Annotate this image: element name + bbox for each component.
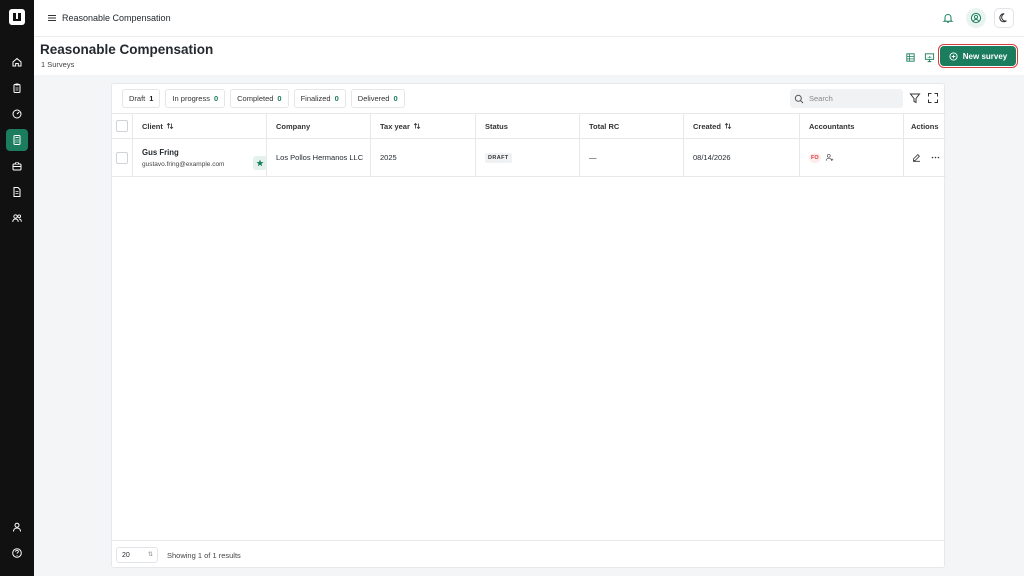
column-accountants: Accountants [800, 114, 904, 138]
table-footer: 20 ⇅ Showing 1 of 1 results [112, 540, 944, 568]
briefcase-icon [12, 162, 22, 171]
calculator-icon [13, 135, 21, 145]
sidebar-item-help[interactable] [6, 542, 28, 564]
sidebar-item-clipboard[interactable] [6, 77, 28, 99]
sidebar-item-profile[interactable] [6, 516, 28, 538]
page-size-select[interactable]: 20 ⇅ [116, 547, 158, 563]
column-total-rc: Total RC [580, 114, 684, 138]
edit-icon[interactable] [912, 153, 921, 162]
account-button[interactable] [966, 8, 986, 28]
document-icon [13, 187, 21, 197]
sort-icon [413, 122, 421, 130]
surveys-card: Draft 1 In progress 0 Completed 0 Finalized… [111, 83, 946, 568]
select-all-checkbox[interactable] [116, 120, 128, 132]
surveys-table: Client Company Tax year Status Total RC … [112, 113, 946, 177]
client-email: gustavo.fring@example.com [142, 160, 225, 168]
table-view-button[interactable] [904, 51, 916, 63]
tab-in-progress[interactable]: In progress 0 [165, 89, 226, 108]
sort-icon [166, 122, 174, 130]
user-circle-icon [970, 12, 982, 24]
table-view-icon [905, 52, 915, 62]
clipboard-icon [13, 83, 21, 93]
created-date: 08/14/2026 [693, 153, 731, 162]
help-icon [12, 548, 22, 558]
top-bar: Reasonable Compensation [34, 0, 1024, 37]
survey-count: 1 Surveys [41, 60, 75, 69]
column-created[interactable]: Created [684, 114, 800, 138]
column-tax-year[interactable]: Tax year [371, 114, 476, 138]
tab-count: 1 [149, 94, 154, 103]
plus-circle-icon [949, 51, 958, 61]
tab-count: 0 [213, 94, 219, 103]
gauge-icon [12, 109, 22, 119]
tax-year: 2025 [380, 153, 397, 162]
sidebar-item-briefcase[interactable] [6, 155, 28, 177]
filter-icon [909, 93, 921, 104]
sort-icon [724, 122, 732, 130]
users-icon [12, 214, 22, 223]
tab-delivered[interactable]: Delivered 0 [350, 89, 405, 108]
new-survey-button[interactable]: New survey [938, 44, 1018, 68]
table-header: Client Company Tax year Status Total RC … [112, 113, 946, 138]
search-icon [794, 94, 804, 103]
sidebar-item-home[interactable] [6, 51, 28, 73]
presentation-icon [924, 52, 934, 62]
star-icon [256, 159, 264, 167]
presentation-view-button[interactable] [923, 51, 935, 63]
menu-icon[interactable] [46, 12, 58, 24]
fullscreen-button[interactable] [927, 92, 939, 104]
home-icon [12, 57, 22, 67]
tab-completed[interactable]: Completed 0 [230, 89, 289, 108]
sidebar-item-surveys[interactable] [6, 129, 28, 151]
row-checkbox[interactable] [116, 151, 128, 164]
favorite-badge[interactable] [253, 156, 267, 170]
new-survey-label: New survey [962, 51, 1008, 61]
page-title: Reasonable Compensation [40, 42, 214, 57]
notifications-button[interactable] [938, 8, 958, 28]
tab-count: 0 [277, 94, 282, 103]
app-title: Reasonable Compensation [62, 13, 171, 23]
tab-count: 0 [334, 94, 339, 103]
bell-icon [942, 13, 954, 23]
status-tabs: Draft 1 In progress 0 Completed 0 Finalized… [122, 89, 405, 108]
theme-toggle-button[interactable] [994, 8, 1014, 28]
total-rc: — [589, 153, 597, 162]
tab-finalized[interactable]: Finalized 0 [293, 89, 346, 108]
sidebar [0, 0, 34, 576]
search-box[interactable] [790, 89, 903, 108]
column-actions: Actions [911, 121, 939, 131]
chevron-updown-icon: ⇅ [147, 552, 153, 558]
table-row[interactable]: Gus Fring gustavo.fring@example.com Los … [112, 138, 946, 177]
logo-icon[interactable] [8, 8, 26, 26]
expand-icon [928, 93, 938, 103]
user-icon [13, 522, 21, 532]
filter-button[interactable] [909, 92, 921, 104]
status-badge: DRAFT [485, 152, 512, 163]
tab-draft[interactable]: Draft 1 [122, 89, 161, 108]
sidebar-item-document[interactable] [6, 181, 28, 203]
more-options-icon[interactable] [931, 153, 940, 162]
results-count: Showing 1 of 1 results [167, 551, 241, 560]
column-status: Status [476, 114, 580, 138]
company-name: Los Pollos Hermanos LLC [276, 152, 364, 162]
client-name[interactable]: Gus Fring [142, 148, 224, 157]
page-header: Reasonable Compensation 1 Surveys New su… [34, 37, 1024, 75]
column-company: Company [267, 114, 371, 138]
accountant-avatar[interactable]: FO [809, 152, 821, 163]
moon-icon [999, 13, 1007, 23]
sidebar-item-gauge[interactable] [6, 103, 28, 125]
add-accountant-icon[interactable] [825, 153, 834, 162]
sidebar-item-users[interactable] [6, 207, 28, 229]
tab-count: 0 [393, 94, 398, 103]
column-client[interactable]: Client [133, 114, 267, 138]
search-input[interactable] [809, 94, 894, 103]
